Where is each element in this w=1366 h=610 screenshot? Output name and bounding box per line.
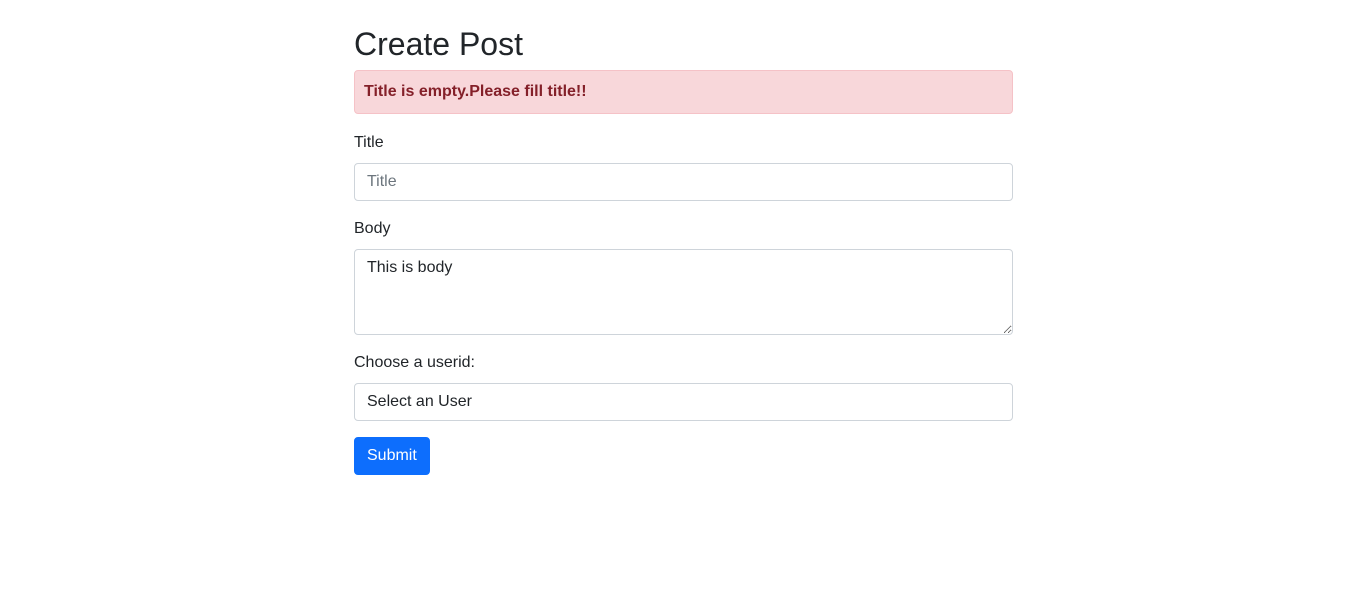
page-title: Create Post <box>354 26 523 62</box>
create-post-container: Create Post Title is empty.Please fill t… <box>354 24 1013 475</box>
userid-select[interactable]: Select an User <box>354 383 1013 421</box>
title-label: Title <box>354 134 384 151</box>
body-textarea[interactable]: This is body <box>354 249 1013 335</box>
error-alert: Title is empty.Please fill title!! <box>354 70 1013 114</box>
error-alert-message: Title is empty.Please fill title!! <box>364 83 587 100</box>
title-input[interactable] <box>354 163 1013 201</box>
userid-select-value: Select an User <box>367 393 472 410</box>
submit-button[interactable]: Submit <box>354 437 430 475</box>
body-label: Body <box>354 220 391 237</box>
userid-label: Choose a userid: <box>354 354 475 371</box>
